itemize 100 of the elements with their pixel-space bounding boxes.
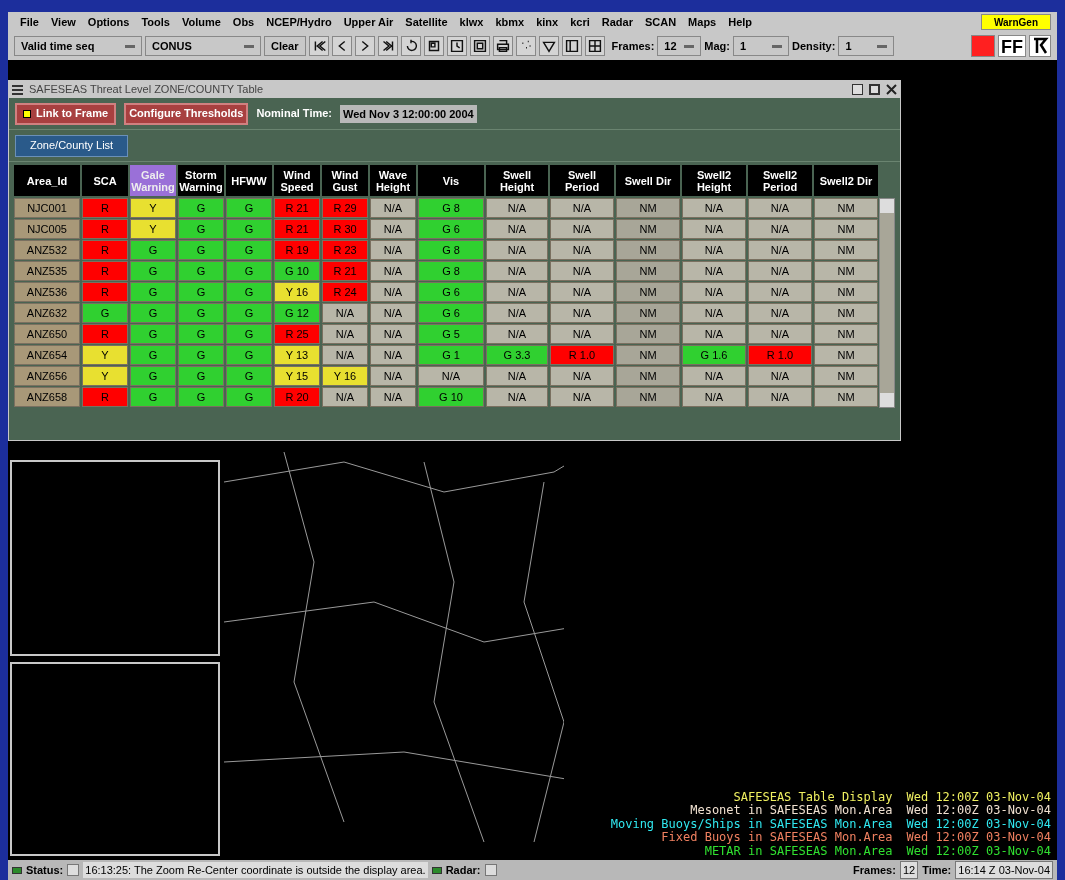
zone-county-list-button[interactable]: Zone/County List [15, 134, 129, 157]
table-cell: NM [616, 345, 680, 365]
table-cell: G 1 [418, 345, 484, 365]
table-cell: NM [616, 366, 680, 386]
menu-item[interactable]: Radar [595, 13, 639, 31]
table-cell: R [82, 324, 128, 344]
column-header[interactable]: Swell2 Height [682, 165, 746, 196]
area-dropdown[interactable]: CONUS [145, 36, 261, 56]
expand-button[interactable] [67, 864, 80, 876]
table-cell: G 6 [418, 303, 484, 323]
cursor-tool-icon[interactable] [1029, 35, 1051, 57]
column-header[interactable]: Wind Gust [322, 165, 368, 196]
table-cell: N/A [370, 198, 416, 218]
menu-item[interactable]: Volume [175, 13, 227, 31]
warngen-button[interactable]: WarnGen [980, 14, 1051, 30]
first-frame-icon[interactable] [308, 36, 329, 56]
menu-item[interactable]: View [44, 13, 82, 31]
table-cell: NM [616, 240, 680, 260]
table-cell: R 20 [274, 387, 320, 407]
table-cell: NM [814, 345, 878, 365]
table-cell: G [226, 387, 272, 407]
column-header[interactable]: Swell Period [550, 165, 614, 196]
single-pane-icon[interactable] [561, 36, 582, 56]
menu-item[interactable]: Tools [135, 13, 176, 31]
menu-item[interactable]: Obs [226, 13, 261, 31]
table-cell: N/A [486, 261, 548, 281]
last-frame-icon[interactable] [377, 36, 398, 56]
ff-button[interactable]: FF [998, 35, 1026, 57]
column-header[interactable]: Area_Id [14, 165, 80, 196]
column-header[interactable]: Wave Height [370, 165, 416, 196]
four-pane-icon[interactable] [584, 36, 605, 56]
menu-item[interactable]: kbmx [489, 13, 531, 31]
table-cell: G 8 [418, 261, 484, 281]
table-cell: G [130, 303, 176, 323]
image-combine-icon[interactable] [469, 36, 490, 56]
column-header[interactable]: Swell Height [486, 165, 548, 196]
menu-item[interactable]: klwx [453, 13, 490, 31]
menu-item[interactable]: Satellite [399, 13, 454, 31]
table-cell: G [178, 282, 224, 302]
density-dropdown[interactable]: 1 [838, 36, 895, 56]
table-cell: N/A [550, 324, 614, 344]
menu-item[interactable]: SCAN [638, 13, 683, 31]
legend-time: Wed 12:00Z 03-Nov-04 [906, 831, 1051, 845]
table-cell: N/A [748, 198, 812, 218]
maximize-button[interactable] [869, 84, 880, 95]
table-cell: Y [82, 366, 128, 386]
column-header[interactable]: Swell Dir [616, 165, 680, 196]
menu-item[interactable]: Help [722, 13, 759, 31]
next-frame-icon[interactable] [354, 36, 375, 56]
table-cell: NM [814, 198, 878, 218]
column-header[interactable]: Swell2 Period [748, 165, 812, 196]
table-cell: G 10 [418, 387, 484, 407]
table-cell: N/A [682, 366, 746, 386]
time-mode-dropdown[interactable]: Valid time seq [14, 36, 142, 56]
frames-dropdown[interactable]: 12 [657, 36, 702, 56]
mag-dropdown[interactable]: 1 [733, 36, 789, 56]
image-properties-icon[interactable] [423, 36, 444, 56]
table-cell: N/A [682, 240, 746, 260]
table-cell: NM [616, 198, 680, 218]
configure-thresholds-button[interactable]: Configure Thresholds [124, 102, 249, 125]
table-cell: G 1.6 [682, 345, 746, 365]
column-header[interactable]: SCA [82, 165, 128, 196]
table-cell: N/A [486, 324, 548, 344]
close-icon[interactable] [886, 84, 897, 95]
menu-item[interactable]: NCEP/Hydro [260, 13, 338, 31]
clear-button[interactable]: Clear [264, 36, 306, 56]
area-id-cell: ANZ650 [14, 324, 80, 344]
table-cell: G 8 [418, 198, 484, 218]
menu-icon[interactable] [12, 84, 23, 95]
table-cell: G 10 [274, 261, 320, 281]
table-cell: G [178, 261, 224, 281]
column-header[interactable]: Storm Warning [178, 165, 224, 196]
column-header[interactable]: Vis [418, 165, 484, 196]
nominal-time-label: Nominal Time: [256, 106, 332, 122]
menu-item[interactable]: File [14, 13, 45, 31]
loop-icon[interactable] [400, 36, 421, 56]
link-to-frame-toggle[interactable]: Link to Frame [15, 102, 117, 125]
table-cell: G [226, 261, 272, 281]
menu-item[interactable]: Options [81, 13, 136, 31]
table-cell: G [226, 219, 272, 239]
menu-item[interactable]: Maps [682, 13, 723, 31]
column-header[interactable]: Wind Speed [274, 165, 320, 196]
table-cell: G [178, 219, 224, 239]
table-cell: G [130, 387, 176, 407]
clock-icon[interactable] [446, 36, 467, 56]
table-cell: NM [814, 303, 878, 323]
menu-item[interactable]: kinx [530, 13, 565, 31]
table-cell: G 6 [418, 282, 484, 302]
table-cell: N/A [322, 324, 368, 344]
menu-item[interactable]: kcri [564, 13, 596, 31]
column-header[interactable]: HFWW [226, 165, 272, 196]
minimize-button[interactable] [852, 84, 863, 95]
table-cell: R [82, 219, 128, 239]
previous-frame-icon[interactable] [331, 36, 352, 56]
printer-icon[interactable] [492, 36, 513, 56]
menu-item[interactable]: Upper Air [337, 13, 400, 31]
table-cell: NM [616, 261, 680, 281]
column-header[interactable]: Swell2 Dir [814, 165, 878, 196]
expand-button[interactable] [484, 864, 497, 876]
table-cell: N/A [682, 387, 746, 407]
